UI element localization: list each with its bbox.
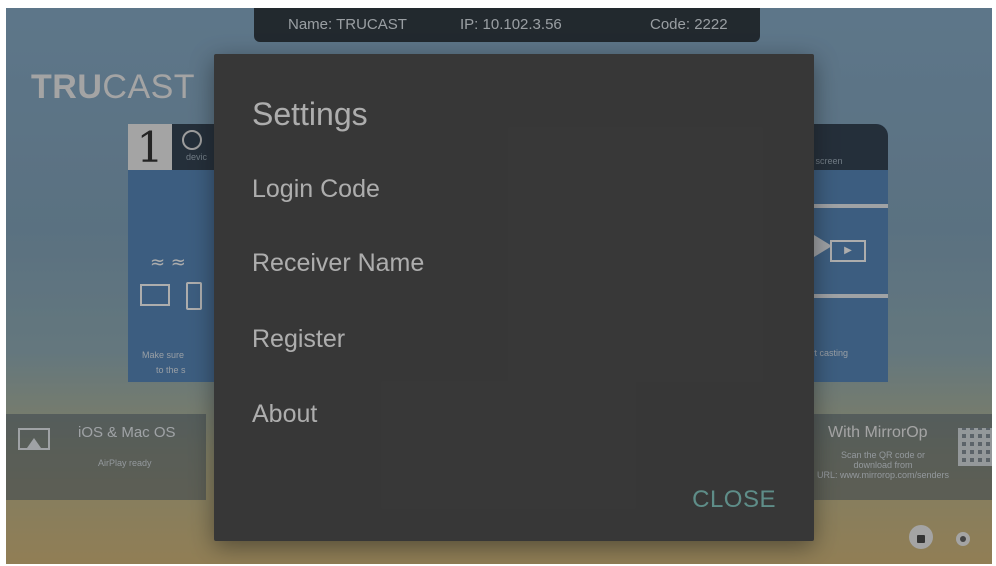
arrow-icon (796, 224, 832, 268)
receiver-code: Code: 2222 (650, 16, 728, 33)
dialog-title: Settings (252, 96, 368, 132)
phone-icon (186, 282, 202, 310)
step-card-hint: Make sure to the s (142, 348, 186, 378)
divider (796, 204, 888, 208)
step-number: 1 (128, 124, 172, 172)
menu-item-about[interactable]: About (252, 400, 317, 429)
airplay-icon (18, 428, 50, 450)
receiver-name: Name: TRUCAST (288, 16, 407, 33)
brand-logo: TRUCAST (31, 68, 195, 107)
step-card-1: 1 devic ≈ ≈ Make sure to the s (128, 124, 258, 382)
play-icon: ▶ (830, 240, 866, 262)
instruction-line: URL: www.mirrorop.com/senders (816, 470, 950, 480)
screen: Name: TRUCAST IP: 10.102.3.56 Code: 2222… (6, 8, 992, 564)
divider (796, 294, 888, 298)
instruction-line: Scan the QR code or (840, 450, 926, 460)
step-card-3: e screen ▶ tart casting (796, 124, 888, 382)
globe-icon (182, 130, 202, 150)
wifi-icons: ≈ ≈ (150, 252, 186, 273)
close-button[interactable]: CLOSE (692, 486, 776, 514)
step-card-header-text: e screen (808, 156, 843, 166)
gear-icon[interactable] (956, 532, 970, 546)
brand-bold: TRU (31, 68, 103, 106)
receiver-ip: IP: 10.102.3.56 (460, 16, 562, 33)
instruction-line: download from (853, 460, 913, 470)
step-card-header-text: devic (186, 152, 208, 162)
menu-item-register[interactable]: Register (252, 325, 345, 354)
menu-item-login-code[interactable]: Login Code (252, 175, 380, 204)
unlock-icon[interactable] (909, 525, 933, 549)
step-card-header: devic (172, 124, 258, 170)
qr-code (958, 428, 992, 466)
menu-item-receiver-name[interactable]: Receiver Name (252, 249, 424, 278)
ios-mac-title: iOS & Mac OS (78, 424, 176, 441)
mirrorop-title: With MirrorOp (828, 424, 928, 441)
receiver-info-bar: Name: TRUCAST IP: 10.102.3.56 Code: 2222 (254, 8, 760, 42)
step-card-header: e screen (796, 124, 888, 170)
hint-line: to the s (156, 365, 186, 375)
step-card-hint: tart casting (804, 348, 849, 358)
airplay-ready-text: AirPlay ready (98, 458, 152, 468)
laptop-icon (140, 284, 170, 306)
brand-rest: CAST (102, 68, 196, 106)
mirrorop-instructions: Scan the QR code or download from URL: w… (808, 450, 958, 480)
mirrorop-panel: With MirrorOp Scan the QR code or downlo… (808, 414, 992, 500)
settings-dialog: Settings Login Code Receiver Name Regist… (214, 54, 814, 541)
ios-mac-panel: iOS & Mac OS AirPlay ready (6, 414, 206, 500)
hint-line: Make sure (142, 350, 185, 360)
